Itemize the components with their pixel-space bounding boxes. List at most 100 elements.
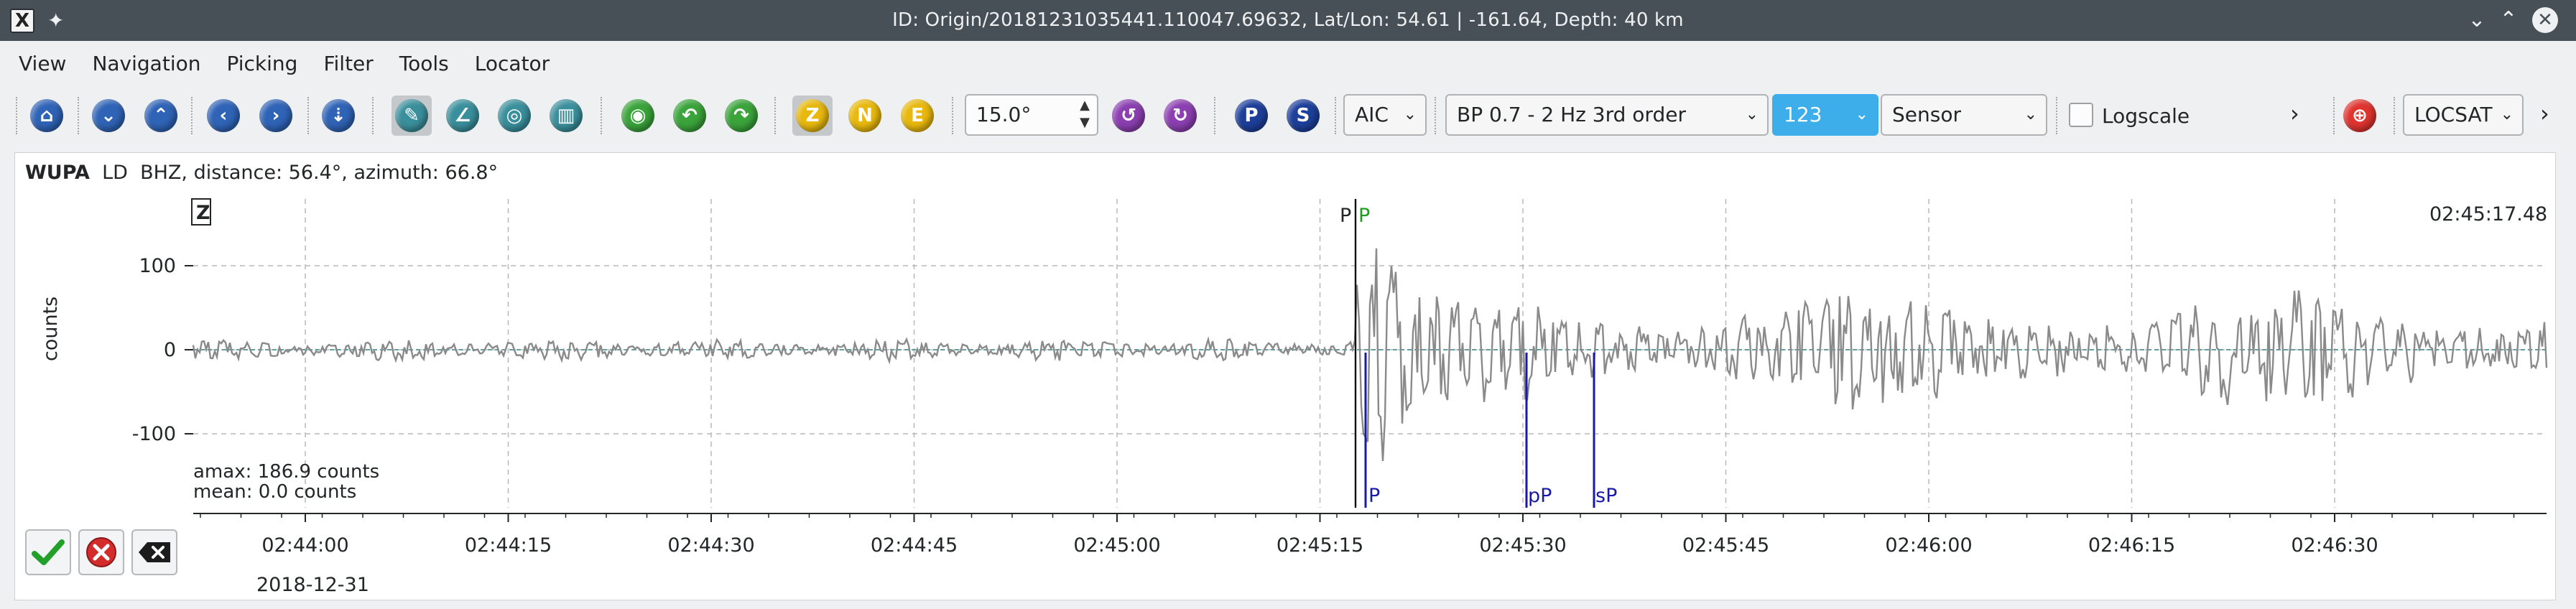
component-n-label: N (848, 99, 881, 132)
date-label: 2018-12-31 (256, 574, 369, 596)
y-tick-label: -100 (132, 423, 176, 445)
menu-locator[interactable]: Locator (475, 52, 550, 75)
chevron-right-icon[interactable]: › (2290, 100, 2299, 127)
chevron-down-icon: ⌄ (1745, 106, 1759, 124)
chevron-right-icon[interactable]: › (2540, 100, 2549, 127)
component-tag: Z (196, 202, 210, 224)
target-icon: ⊕ (2343, 99, 2376, 132)
logscale-checkbox[interactable] (2069, 103, 2093, 127)
toolbar-separator (372, 97, 374, 134)
spectrum-button[interactable]: ◎ (494, 96, 534, 136)
filter-select[interactable]: BP 0.7 - 2 Hz 3rd order ⌄ (1445, 94, 1769, 136)
rotate-left-button[interactable]: ↺ (1108, 96, 1149, 136)
pick-mode-button[interactable]: ✎ (392, 96, 432, 136)
checkmark-icon (32, 539, 65, 565)
chevron-down-icon: ⌄ (1855, 106, 1868, 124)
window-title: ID: Origin/20181231035441.110047.69632, … (892, 9, 1684, 31)
x-tick-label: 02:44:00 (261, 534, 348, 557)
phase-label-p: P (1368, 485, 1380, 507)
goto-pick-button[interactable]: ◉ (618, 96, 658, 136)
spin-arrows-icon[interactable]: ▲ ▼ (1080, 97, 1090, 131)
toolbar-separator (2056, 97, 2057, 134)
cancel-button[interactable] (78, 529, 124, 575)
pick-label-p-automatic: P (1358, 205, 1370, 227)
y-axis-label: counts (40, 296, 62, 361)
toolbar-separator (16, 97, 17, 134)
x-tick-label: 02:46:30 (2291, 534, 2378, 557)
component-mode-select[interactable]: 123 ⌄ (1772, 94, 1878, 136)
align-button[interactable]: ⇣ (318, 96, 358, 136)
rotate-alt-icon: ↻ (1164, 99, 1197, 132)
menu-navigation[interactable]: Navigation (92, 52, 200, 75)
unit-select[interactable]: Sensor ⌄ (1881, 94, 2047, 136)
phase-s-button[interactable]: S (1283, 96, 1323, 136)
menu-tools[interactable]: Tools (399, 52, 449, 75)
chevron-down-icon: ⌄ (2500, 106, 2514, 124)
chevron-down-icon: ⌄ (2024, 106, 2037, 124)
phase-p-button[interactable]: P (1231, 96, 1271, 136)
title-bar: X ✦ ID: Origin/20181231035441.110047.696… (0, 0, 2576, 41)
scroll-up-button[interactable]: ⌃ (141, 96, 181, 136)
waveform-plot[interactable]: 1000-100 P P P pP sP 02:44:00 02:44:15 02:… (15, 153, 2557, 601)
trace-panel[interactable]: WUPA LD BHZ, distance: 56.4°, azimuth: 6… (14, 152, 2556, 600)
y-tick-label: 100 (139, 255, 176, 277)
accept-button[interactable] (25, 529, 71, 575)
chevron-down-icon: ⌄ (92, 99, 125, 132)
x-axis-ticks: 02:44:00 02:44:15 02:44:30 02:44:45 02:45:00… (200, 513, 2515, 557)
locate-button[interactable]: ⊕ (2340, 96, 2380, 136)
menu-picking[interactable]: Picking (226, 52, 297, 75)
mean-text: mean: 0.0 counts (193, 481, 357, 503)
logscale-label: Logscale (2102, 104, 2190, 128)
close-icon[interactable]: ✕ (2532, 7, 2558, 33)
toolbar-separator (1214, 97, 1215, 134)
locator-select[interactable]: LOCSAT ⌄ (2403, 94, 2524, 136)
measure-button[interactable]: ∠ (443, 96, 483, 136)
target-green-icon: ◉ (621, 99, 654, 132)
rotation-angle-value: 15.0° (976, 103, 1032, 126)
component-z-button[interactable]: Z (792, 96, 833, 136)
rotate-right-button[interactable]: ↻ (1160, 96, 1200, 136)
menu-filter[interactable]: Filter (323, 52, 373, 75)
menu-bar: View Navigation Picking Filter Tools Loc… (0, 41, 2576, 85)
component-e-button[interactable]: E (897, 96, 937, 136)
toolbar-separator (78, 97, 79, 134)
phase-p-label: P (1235, 99, 1268, 132)
picker-method-select[interactable]: AIC ⌄ (1343, 94, 1427, 136)
chevron-left-icon: ‹ (207, 99, 240, 132)
skip-right-icon: › (259, 99, 292, 132)
x-tick-label: 02:45:45 (1682, 534, 1769, 557)
minimize-icon[interactable]: ⌄ (2464, 7, 2490, 33)
angle-icon: ∠ (446, 99, 479, 132)
scroll-down-button[interactable]: ⌄ (88, 96, 129, 136)
y-axis-ticks: 100 0 -100 (132, 255, 193, 445)
component-e-label: E (901, 99, 934, 132)
chevron-down-icon: ⌄ (1403, 106, 1417, 124)
menu-view[interactable]: View (19, 52, 66, 75)
home-button[interactable]: ⌂ (27, 96, 67, 136)
start-timestamp: 02:45:17.48 (2429, 203, 2548, 226)
x-tick-label: 02:45:00 (1073, 534, 1160, 557)
x-tick-label: 02:44:30 (667, 534, 754, 557)
filter-value: BP 0.7 - 2 Hz 3rd order (1457, 103, 1686, 126)
x-tick-label: 02:46:15 (2088, 534, 2175, 557)
rotation-angle-spinbox[interactable]: 15.0° ▲ ▼ (965, 94, 1098, 136)
trace-stats: amax: 186.9 counts mean: 0.0 counts (193, 462, 379, 502)
toolbar-separator (2394, 97, 2395, 134)
clear-button[interactable] (131, 529, 177, 575)
redo-green-icon: ↷ (725, 99, 758, 132)
component-n-button[interactable]: N (845, 96, 885, 136)
redo-pick-button[interactable]: ↷ (721, 96, 761, 136)
locator-value: LOCSAT (2414, 103, 2493, 126)
x-tick-label: 02:44:45 (871, 534, 958, 557)
maximize-icon[interactable]: ⌃ (2496, 7, 2521, 33)
picker-method-value: AIC (1355, 103, 1389, 126)
scroll-left-button[interactable]: ‹ (203, 96, 244, 136)
amplitude-button[interactable]: ▥ (546, 96, 586, 136)
undo-pick-button[interactable]: ↶ (670, 96, 710, 136)
cancel-icon (86, 537, 116, 567)
phase-label-pp: pP (1528, 485, 1552, 507)
scroll-right-button[interactable]: › (256, 96, 296, 136)
component-mode-value: 123 (1784, 103, 1822, 126)
component-z-label: Z (796, 99, 829, 132)
x-tick-label: 02:45:30 (1479, 534, 1566, 557)
